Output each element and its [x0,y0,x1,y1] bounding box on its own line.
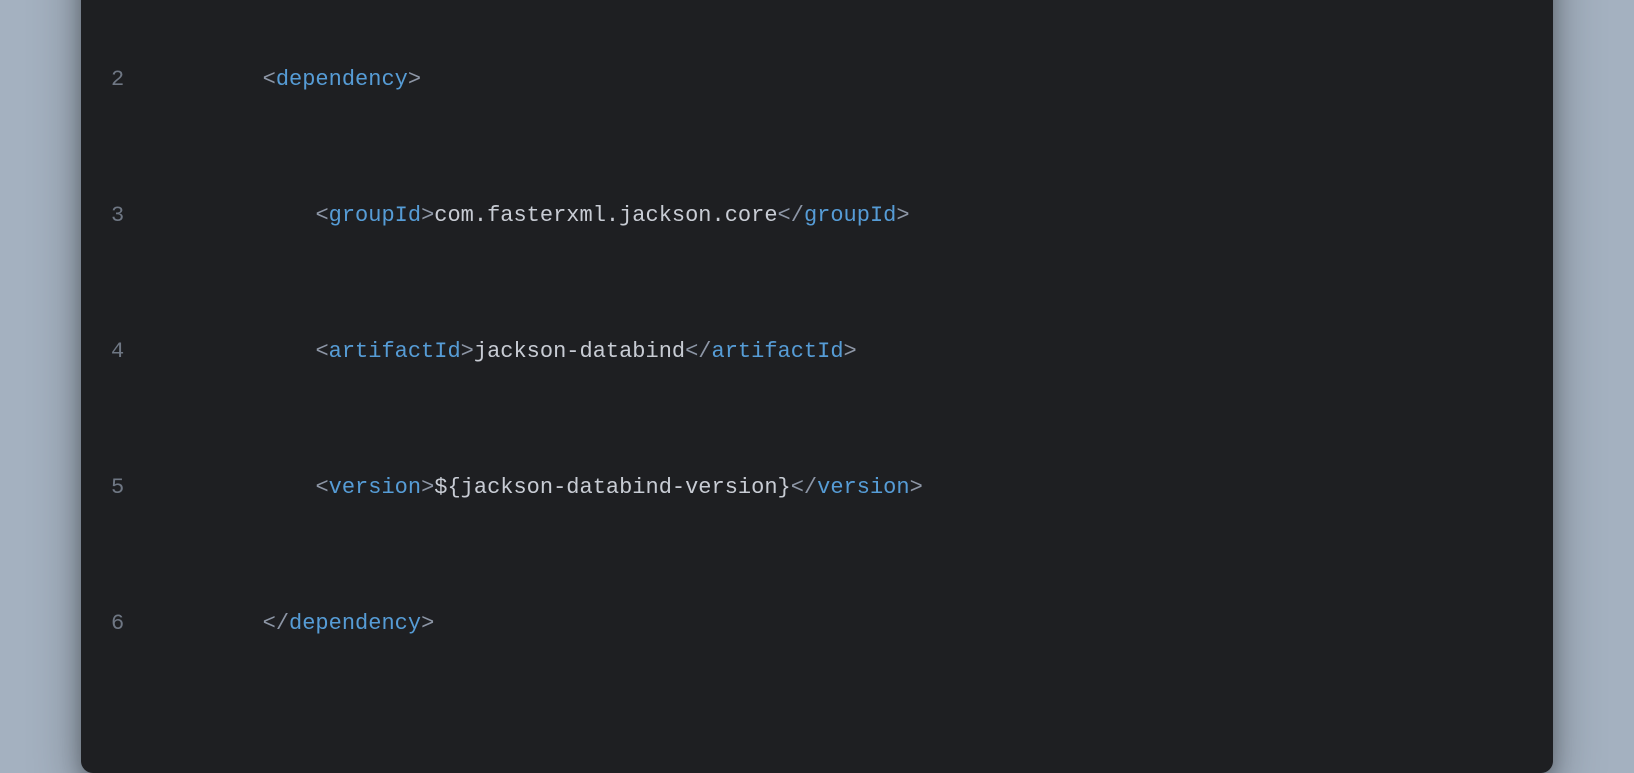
tag-open-bracket: < [315,339,328,364]
tag-close-bracket: > [844,339,857,364]
tag-open-bracket: </ [685,339,711,364]
tag-open-bracket: </ [778,203,804,228]
code-content: <dependency> [157,63,1523,97]
tag-name: groupId [329,203,421,228]
indent [157,475,315,500]
tag-open-bracket: </ [791,475,817,500]
code-line: 3 <groupId>com.fasterxml.jackson.core</g… [111,199,1523,233]
line-number: 6 [111,607,157,641]
tag-name: dependency [276,67,408,92]
code-content: <version>${jackson-databind-version}</ve… [157,471,1523,505]
tag-name: groupId [804,203,896,228]
tag-open-bracket: < [315,475,328,500]
tag-close-bracket: > [421,611,434,636]
xml-text: com.fasterxml.jackson.core [434,203,777,228]
tag-close-bracket: > [408,67,421,92]
tag-open-bracket: < [263,67,276,92]
line-number: 3 [111,199,157,233]
indent [157,611,263,636]
code-window: 1 <!-- https://mvnrepository.com/artifac… [81,0,1553,773]
indent [157,339,315,364]
tag-close-bracket: > [461,339,474,364]
code-block: 1 <!-- https://mvnrepository.com/artifac… [111,0,1523,743]
code-line: 4 <artifactId>jackson-databind</artifact… [111,335,1523,369]
tag-open-bracket: </ [263,611,289,636]
line-number: 2 [111,63,157,97]
xml-text: jackson-databind [474,339,685,364]
indent [157,203,315,228]
tag-name: version [817,475,909,500]
code-content: <artifactId>jackson-databind</artifactId… [157,335,1523,369]
tag-name: artifactId [329,339,461,364]
tag-name: dependency [289,611,421,636]
tag-close-bracket: > [421,203,434,228]
code-line: 5 <version>${jackson-databind-version}</… [111,471,1523,505]
tag-name: artifactId [712,339,844,364]
code-content: <groupId>com.fasterxml.jackson.core</gro… [157,199,1523,233]
indent [157,67,263,92]
code-content: </dependency> [157,607,1523,641]
tag-close-bracket: > [896,203,909,228]
tag-close-bracket: > [910,475,923,500]
line-number: 5 [111,471,157,505]
xml-text: ${jackson-databind-version} [434,475,790,500]
code-line: 2 <dependency> [111,63,1523,97]
tag-open-bracket: < [315,203,328,228]
tag-close-bracket: > [421,475,434,500]
tag-name: version [329,475,421,500]
line-number: 4 [111,335,157,369]
code-line: 6 </dependency> [111,607,1523,641]
